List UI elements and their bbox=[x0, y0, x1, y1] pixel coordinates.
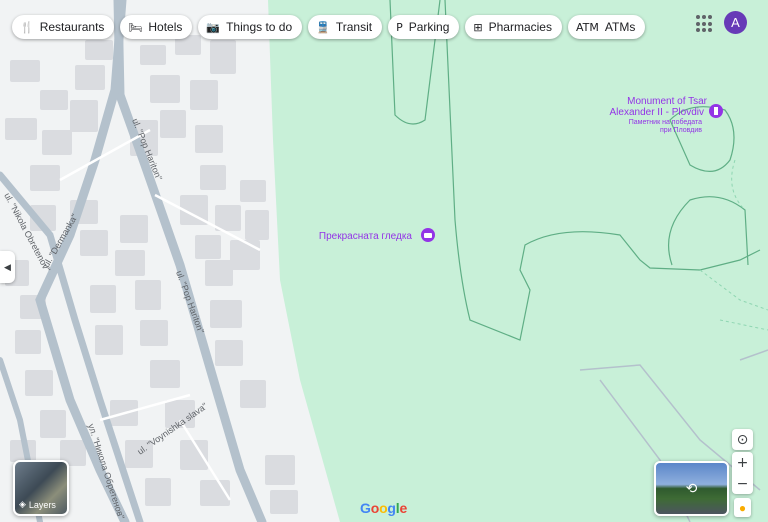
map-canvas[interactable]: ul. "Pop Hariton" ul. "Pop Hariton" ul. … bbox=[0, 0, 768, 522]
logo-letter: e bbox=[399, 500, 408, 516]
apps-grid-icon[interactable] bbox=[694, 13, 716, 35]
layers-icon: ◈ bbox=[19, 499, 26, 509]
pharmacy-icon: ⊞ bbox=[473, 20, 483, 34]
collapse-panel-button[interactable]: ◀ bbox=[0, 251, 15, 283]
category-chips: 🍴 Restaurants 🛏 Hotels 📷 Things to do 🚆 Transit… bbox=[12, 15, 646, 39]
chip-label: Transit bbox=[335, 20, 373, 34]
layers-label: Layers bbox=[28, 499, 56, 510]
poi-monument-sub-1: Паметник на победата bbox=[629, 118, 702, 126]
google-logo: Google bbox=[360, 500, 407, 516]
chip-transit[interactable]: 🚆 Transit bbox=[308, 15, 383, 39]
restaurant-icon: 🍴 bbox=[20, 20, 34, 34]
chip-label: Parking bbox=[408, 20, 450, 34]
chip-parking[interactable]: P Parking bbox=[388, 15, 460, 39]
chip-atms[interactable]: ATM ATMs bbox=[567, 15, 646, 39]
chip-label: ATMs bbox=[604, 20, 636, 34]
zoom-out-button[interactable]: − bbox=[732, 473, 753, 494]
poi-monument-title-1: Monument of Tsar bbox=[627, 96, 708, 107]
pegman-icon: ● bbox=[738, 500, 747, 515]
park-area bbox=[268, 0, 768, 522]
poi-monument-title-2: Alexander II - Plovdiv bbox=[610, 107, 705, 118]
account-avatar[interactable]: A bbox=[724, 11, 747, 34]
chip-hotels[interactable]: 🛏 Hotels bbox=[120, 15, 193, 39]
camera-icon: 📷 bbox=[206, 20, 221, 34]
zoom-in-button[interactable]: + bbox=[732, 452, 753, 473]
zoom-controls: + − bbox=[732, 452, 753, 494]
logo-letter: g bbox=[387, 500, 396, 516]
chip-restaurants[interactable]: 🍴 Restaurants bbox=[12, 15, 115, 39]
layers-button[interactable]: ◈ Layers bbox=[13, 460, 69, 516]
parking-icon: P bbox=[396, 20, 403, 34]
atm-icon: ATM bbox=[575, 20, 599, 34]
pegman-button[interactable]: ● bbox=[734, 498, 751, 517]
poi-monument-sub-2: при Пловдив bbox=[660, 127, 702, 134]
chip-label: Restaurants bbox=[39, 20, 105, 34]
logo-letter: o bbox=[370, 500, 380, 516]
hotel-icon: 🛏 bbox=[128, 20, 143, 34]
street-view-thumbnail[interactable]: ⟲ bbox=[654, 461, 729, 516]
my-location-icon: ⊙ bbox=[736, 431, 749, 448]
transit-icon: 🚆 bbox=[316, 20, 330, 34]
chip-label: Hotels bbox=[148, 20, 183, 34]
chip-label: Things to do bbox=[226, 20, 293, 34]
rotate-360-icon: ⟲ bbox=[685, 480, 698, 497]
chip-pharmacies[interactable]: ⊞ Pharmacies bbox=[465, 15, 562, 39]
my-location-button[interactable]: ⊙ bbox=[732, 429, 753, 450]
chevron-left-icon: ◀ bbox=[4, 261, 11, 272]
chip-things-to-do[interactable]: 📷 Things to do bbox=[198, 15, 303, 39]
chip-label: Pharmacies bbox=[488, 20, 552, 34]
logo-letter: G bbox=[360, 500, 371, 516]
poi-viewpoint-label: Прекрасната гледка bbox=[319, 231, 413, 242]
